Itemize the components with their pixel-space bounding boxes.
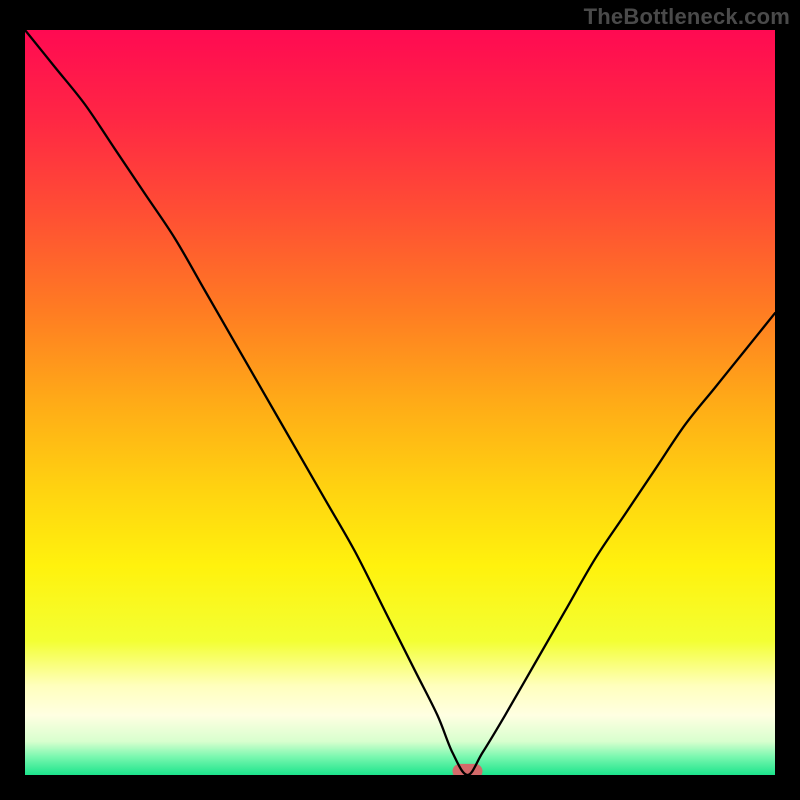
chart-frame: TheBottleneck.com <box>0 0 800 800</box>
optimum-marker <box>453 764 483 775</box>
gradient-background <box>25 30 775 775</box>
chart-svg <box>25 30 775 775</box>
plot-area <box>25 30 775 775</box>
watermark-label: TheBottleneck.com <box>584 4 790 30</box>
